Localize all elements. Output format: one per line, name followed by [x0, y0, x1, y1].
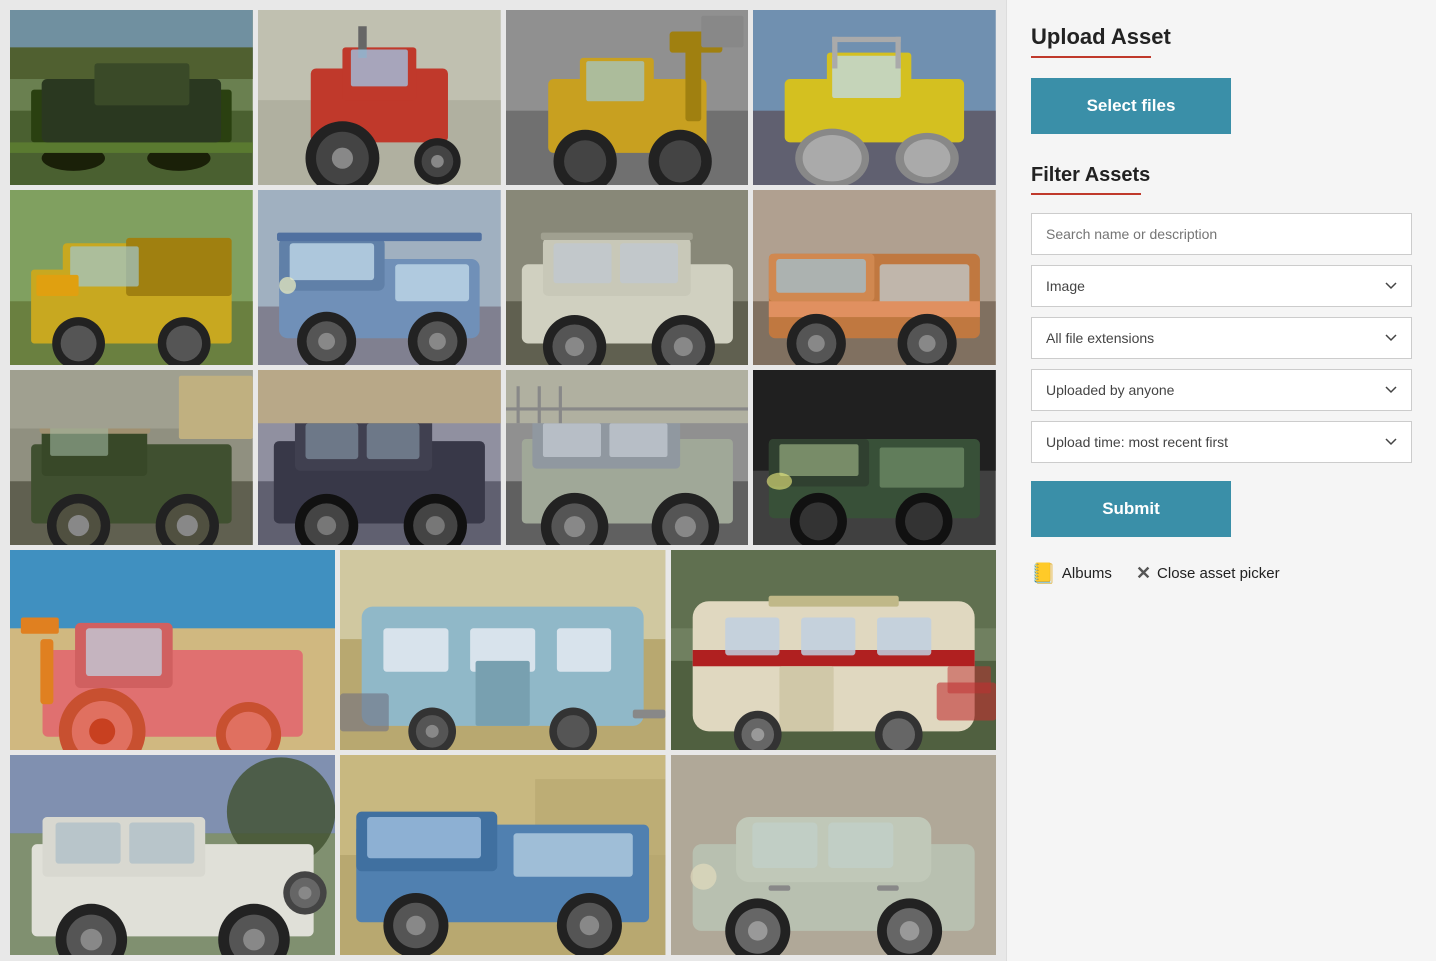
image-row-4	[10, 550, 996, 750]
upload-title: Upload Asset	[1031, 24, 1412, 50]
albums-label: Albums	[1062, 565, 1112, 582]
submit-button[interactable]: Submit	[1031, 481, 1231, 537]
image-cell[interactable]	[671, 550, 996, 750]
image-cell[interactable]	[258, 10, 501, 185]
image-cell[interactable]	[10, 370, 253, 545]
albums-button[interactable]: 📒 Albums	[1031, 561, 1112, 586]
close-icon: ✕	[1136, 563, 1151, 584]
image-cell[interactable]	[10, 10, 253, 185]
type-dropdown[interactable]: Image Video Audio Document	[1031, 265, 1412, 307]
select-files-button[interactable]: Select files	[1031, 78, 1231, 134]
albums-icon: 📒	[1031, 561, 1056, 586]
uploader-dropdown[interactable]: Uploaded by anyone Uploaded by me	[1031, 369, 1412, 411]
sort-dropdown[interactable]: Upload time: most recent first Upload ti…	[1031, 421, 1412, 463]
image-cell[interactable]	[10, 550, 335, 750]
image-cell[interactable]	[506, 10, 749, 185]
image-cell[interactable]	[258, 190, 501, 365]
image-cell[interactable]	[10, 190, 253, 365]
image-row-2	[10, 190, 996, 365]
right-panel: Upload Asset Select files Filter Assets …	[1006, 0, 1436, 961]
image-cell[interactable]	[671, 755, 996, 955]
image-cell[interactable]	[753, 190, 996, 365]
image-cell[interactable]	[753, 370, 996, 545]
filter-title: Filter Assets	[1031, 164, 1412, 187]
image-cell[interactable]	[340, 755, 665, 955]
bottom-actions: 📒 Albums ✕ Close asset picker	[1031, 561, 1412, 586]
filter-section: Filter Assets Image Video Audio Document…	[1031, 164, 1412, 561]
image-cell[interactable]	[10, 755, 335, 955]
image-row-5	[10, 755, 996, 955]
image-cell[interactable]	[340, 550, 665, 750]
image-cell[interactable]	[506, 370, 749, 545]
search-input[interactable]	[1031, 213, 1412, 255]
close-label: Close asset picker	[1157, 565, 1280, 582]
upload-title-underline	[1031, 56, 1151, 58]
image-grid-panel[interactable]	[0, 0, 1006, 961]
image-row-3	[10, 370, 996, 545]
filter-title-underline	[1031, 193, 1141, 195]
close-asset-picker-button[interactable]: ✕ Close asset picker	[1136, 563, 1280, 584]
image-cell[interactable]	[753, 10, 996, 185]
extension-dropdown[interactable]: All file extensions .jpg .png .gif	[1031, 317, 1412, 359]
image-row-1	[10, 10, 996, 185]
upload-section: Upload Asset Select files	[1031, 24, 1412, 164]
image-cell[interactable]	[258, 370, 501, 545]
image-cell[interactable]	[506, 190, 749, 365]
